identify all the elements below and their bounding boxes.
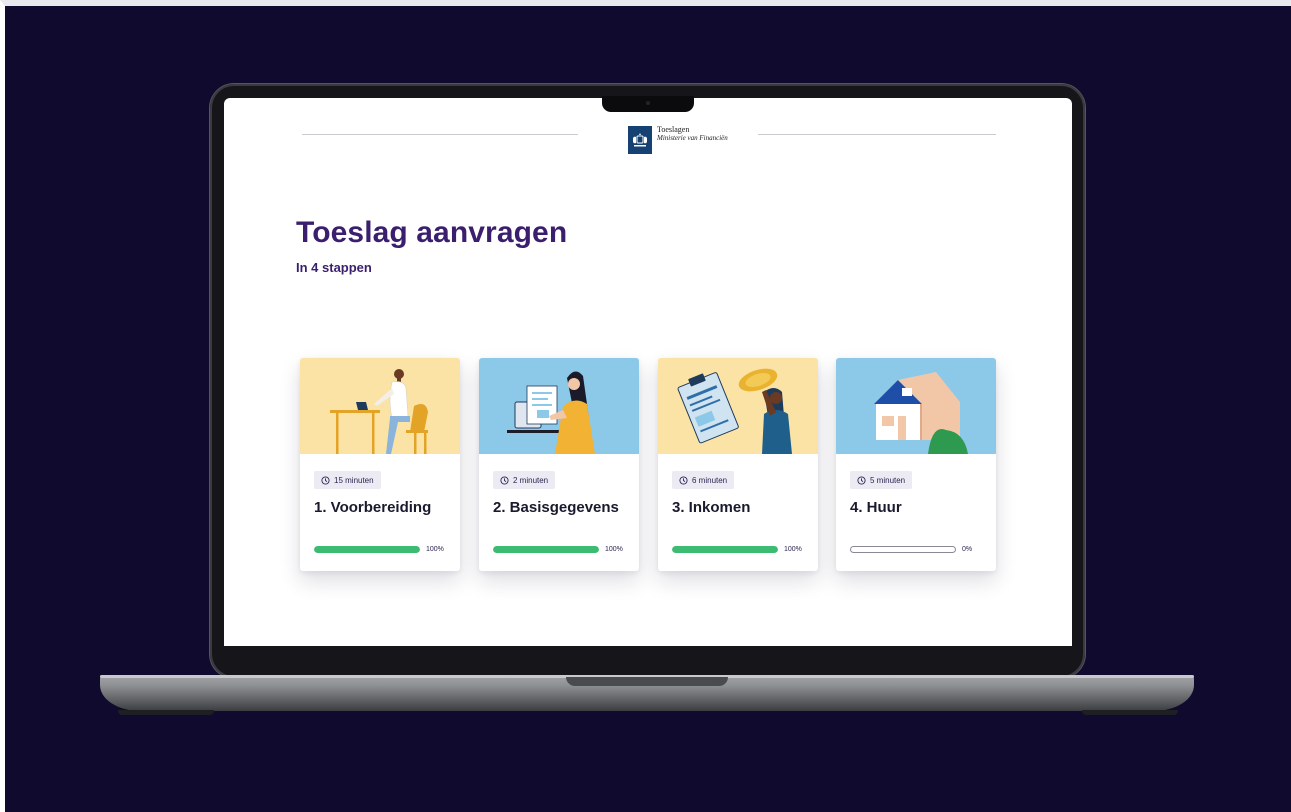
step-card-2[interactable]: 2 minuten 2. Basisgegevens 100% <box>479 358 639 571</box>
clipboard-coin-illustration <box>658 358 818 454</box>
camera-icon <box>646 101 650 105</box>
page-title: Toeslag aanvragen <box>296 216 568 249</box>
woman-with-laptop-illustration <box>479 358 639 454</box>
step-title: 3. Inkomen <box>672 499 751 516</box>
progress-fill <box>672 546 778 553</box>
camera-notch <box>602 96 694 112</box>
header-divider-right <box>758 134 996 135</box>
laptop-foot-left <box>118 710 214 715</box>
progress-bar <box>493 546 599 553</box>
duration-label: 5 minuten <box>870 475 906 485</box>
step-card-4[interactable]: 5 minuten 4. Huur 0% <box>836 358 996 571</box>
duration-label: 2 minuten <box>513 475 549 485</box>
step-title: 1. Voorbereiding <box>314 499 432 516</box>
laptop-foot-right <box>1082 710 1178 715</box>
laptop-hinge-notch <box>566 677 728 686</box>
progress-label: 100% <box>784 546 802 553</box>
laptop-screen: Toeslagen Ministerie van Financiën Toesl… <box>224 98 1072 646</box>
clock-icon <box>857 475 866 485</box>
duration-badge: 5 minuten <box>850 471 913 489</box>
progress-bar <box>850 546 956 553</box>
duration-badge: 6 minuten <box>672 471 735 489</box>
ministry-logo[interactable]: Toeslagen Ministerie van Financiën <box>628 125 728 154</box>
page-subtitle: In 4 stappen <box>296 260 372 275</box>
header-divider-left <box>302 134 578 135</box>
progress-label: 0% <box>962 546 973 553</box>
clock-icon <box>321 475 330 485</box>
progress-bar <box>314 546 420 553</box>
logo-line-2: Ministerie van Financiën <box>657 133 728 142</box>
progress-fill <box>493 546 599 553</box>
duration-label: 15 minuten <box>334 475 374 485</box>
progress-label: 100% <box>605 546 623 553</box>
step-title: 2. Basisgegevens <box>493 499 619 516</box>
person-at-desk-illustration <box>300 358 460 454</box>
coat-of-arms-icon <box>628 126 652 154</box>
clock-icon <box>679 475 688 485</box>
progress-label: 100% <box>426 546 444 553</box>
step-title: 4. Huur <box>850 499 902 516</box>
step-card-3[interactable]: 6 minuten 3. Inkomen 100% <box>658 358 818 571</box>
duration-badge: 15 minuten <box>314 471 381 489</box>
progress-fill <box>314 546 420 553</box>
house-illustration <box>836 358 996 454</box>
clock-icon <box>500 475 509 485</box>
progress-bar <box>672 546 778 553</box>
duration-badge: 2 minuten <box>493 471 556 489</box>
duration-label: 6 minuten <box>692 475 728 485</box>
step-card-1[interactable]: 15 minuten 1. Voorbereiding 100% <box>300 358 460 571</box>
